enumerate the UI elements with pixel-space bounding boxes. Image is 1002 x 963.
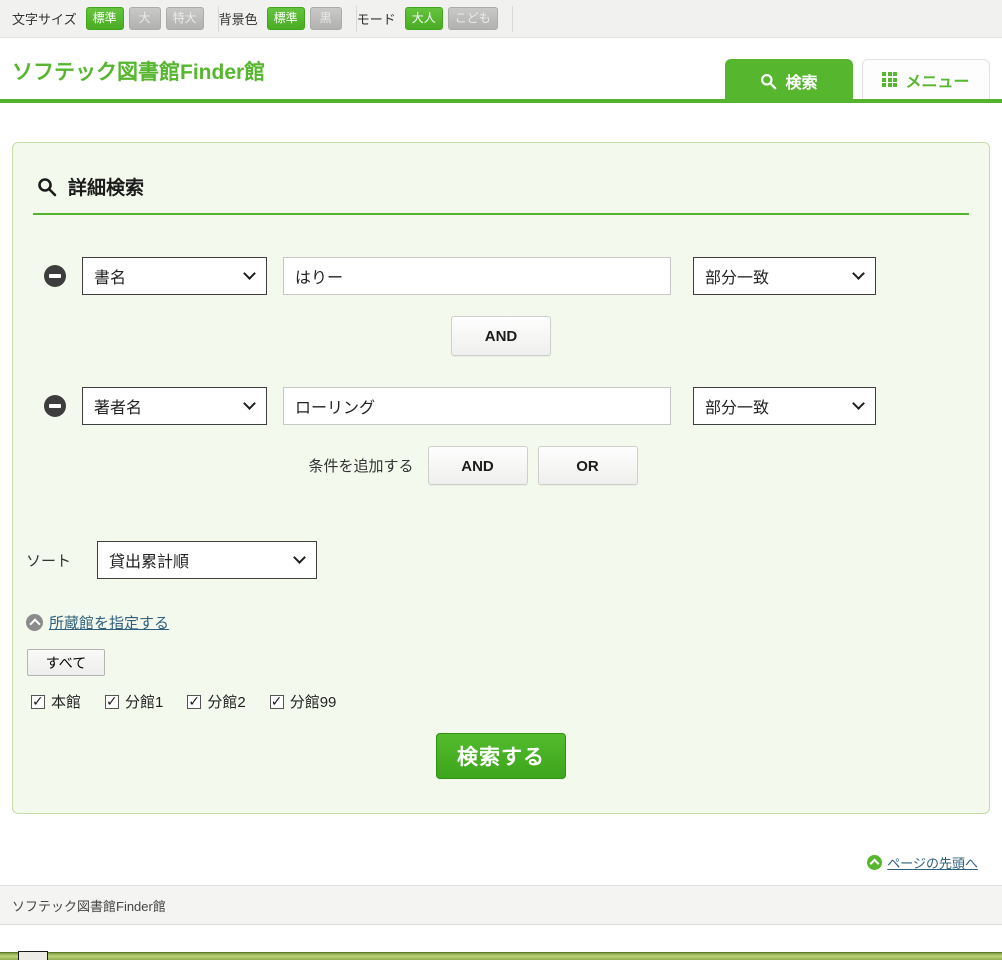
add-condition-row: 条件を追加する AND OR	[25, 446, 921, 485]
condition-row: 著者名 部分一致	[44, 387, 977, 425]
keyword-input[interactable]	[283, 387, 671, 425]
menu-grid-icon	[882, 72, 897, 87]
library-checkbox-label: 分館99	[290, 691, 337, 712]
match-type-value: 部分一致	[705, 394, 769, 418]
chevron-down-icon	[243, 397, 256, 410]
bg-black-button[interactable]: 黒	[310, 7, 342, 29]
search-icon	[760, 73, 777, 90]
sort-select[interactable]: 貸出累計順	[97, 541, 317, 579]
page-top-row: ページの先頭へ	[12, 853, 978, 872]
header-accent-line	[0, 99, 1002, 103]
library-checkbox-label: 本館	[51, 691, 81, 712]
library-checkbox-item: 分館2	[187, 691, 245, 712]
search-submit-button[interactable]: 検索する	[436, 733, 566, 779]
match-type-select[interactable]: 部分一致	[693, 387, 876, 425]
advanced-search-panel: 詳細検索 書名 部分一致 AND 著者名 部分一致	[12, 142, 990, 814]
match-type-value: 部分一致	[705, 264, 769, 288]
library-checkbox-label: 分館2	[207, 691, 245, 712]
condition-row: 書名 部分一致	[44, 257, 977, 295]
footer-site-name: ソフテック図書館Finder館	[12, 896, 166, 915]
tab-search-label: 検索	[785, 69, 817, 93]
accessibility-bar: 文字サイズ 標準 大 特大 背景色 標準 黒 モード 大人 こども	[0, 0, 1002, 38]
taskbar-edge	[0, 952, 1002, 960]
keyword-input[interactable]	[283, 257, 671, 295]
chevron-down-icon	[852, 267, 865, 280]
library-checkbox-item: 分館1	[105, 691, 163, 712]
start-button-edge	[18, 951, 48, 960]
chevron-down-icon	[852, 397, 865, 410]
tab-menu-label: メニュー	[905, 68, 969, 92]
chevron-down-icon	[293, 551, 306, 564]
library-checkbox[interactable]	[105, 695, 119, 709]
site-header: ソフテック図書館Finder館 検索 メニュー	[0, 38, 1002, 103]
background-color-label: 背景色	[219, 9, 258, 28]
search-icon	[37, 177, 57, 197]
footer: ソフテック図書館Finder館	[0, 885, 1002, 925]
collapse-icon	[26, 614, 43, 631]
library-checkbox[interactable]	[31, 695, 45, 709]
site-title[interactable]: ソフテック図書館Finder館	[12, 56, 265, 86]
font-size-xlarge-button[interactable]: 特大	[166, 7, 204, 29]
field-select-value: 書名	[94, 264, 126, 288]
font-size-standard-button[interactable]: 標準	[86, 7, 124, 29]
page-top-icon	[867, 855, 882, 870]
mode-group: モード 大人 こども	[357, 7, 512, 29]
page-top-link[interactable]: ページの先頭へ	[887, 853, 978, 872]
sort-select-value: 貸出累計順	[109, 548, 189, 572]
panel-title: 詳細検索	[68, 173, 144, 200]
font-size-large-button[interactable]: 大	[129, 7, 161, 29]
remove-condition-icon[interactable]	[44, 395, 66, 417]
header-tabs: 検索 メニュー	[725, 59, 990, 103]
mode-label: モード	[357, 9, 396, 28]
add-and-button[interactable]: AND	[428, 446, 528, 485]
library-checkbox-label: 分館1	[125, 691, 163, 712]
panel-title-row: 詳細検索	[33, 165, 969, 215]
tab-menu[interactable]: メニュー	[862, 59, 990, 99]
font-size-group: 文字サイズ 標準 大 特大	[12, 7, 218, 29]
field-select[interactable]: 書名	[82, 257, 267, 295]
sort-label: ソート	[26, 550, 71, 571]
sort-row: ソート 貸出累計順	[25, 541, 977, 579]
font-size-label: 文字サイズ	[12, 9, 77, 28]
field-select-value: 著者名	[94, 394, 142, 418]
holding-library-toggle[interactable]: 所蔵館を指定する	[26, 612, 977, 633]
mode-adult-button[interactable]: 大人	[405, 7, 443, 29]
tab-search[interactable]: 検索	[725, 59, 853, 103]
add-condition-label: 条件を追加する	[308, 455, 413, 476]
library-checkbox[interactable]	[270, 695, 284, 709]
match-type-select[interactable]: 部分一致	[693, 257, 876, 295]
holding-library-toggle-link[interactable]: 所蔵館を指定する	[49, 612, 169, 633]
remove-condition-icon[interactable]	[44, 265, 66, 287]
field-select[interactable]: 著者名	[82, 387, 267, 425]
add-or-button[interactable]: OR	[538, 446, 638, 485]
bg-standard-button[interactable]: 標準	[267, 7, 305, 29]
library-checkbox[interactable]	[187, 695, 201, 709]
library-checkbox-row: 本館 分館1 分館2 分館99	[31, 691, 977, 712]
library-checkbox-item: 分館99	[270, 691, 337, 712]
library-checkbox-item: 本館	[31, 691, 81, 712]
mode-child-button[interactable]: こども	[448, 7, 498, 29]
main-content: 詳細検索 書名 部分一致 AND 著者名 部分一致	[0, 103, 1002, 872]
chevron-down-icon	[243, 267, 256, 280]
select-all-libraries-button[interactable]: すべて	[27, 649, 105, 676]
divider	[512, 6, 513, 32]
and-connector-button[interactable]: AND	[451, 316, 551, 356]
background-color-group: 背景色 標準 黒	[219, 7, 356, 29]
